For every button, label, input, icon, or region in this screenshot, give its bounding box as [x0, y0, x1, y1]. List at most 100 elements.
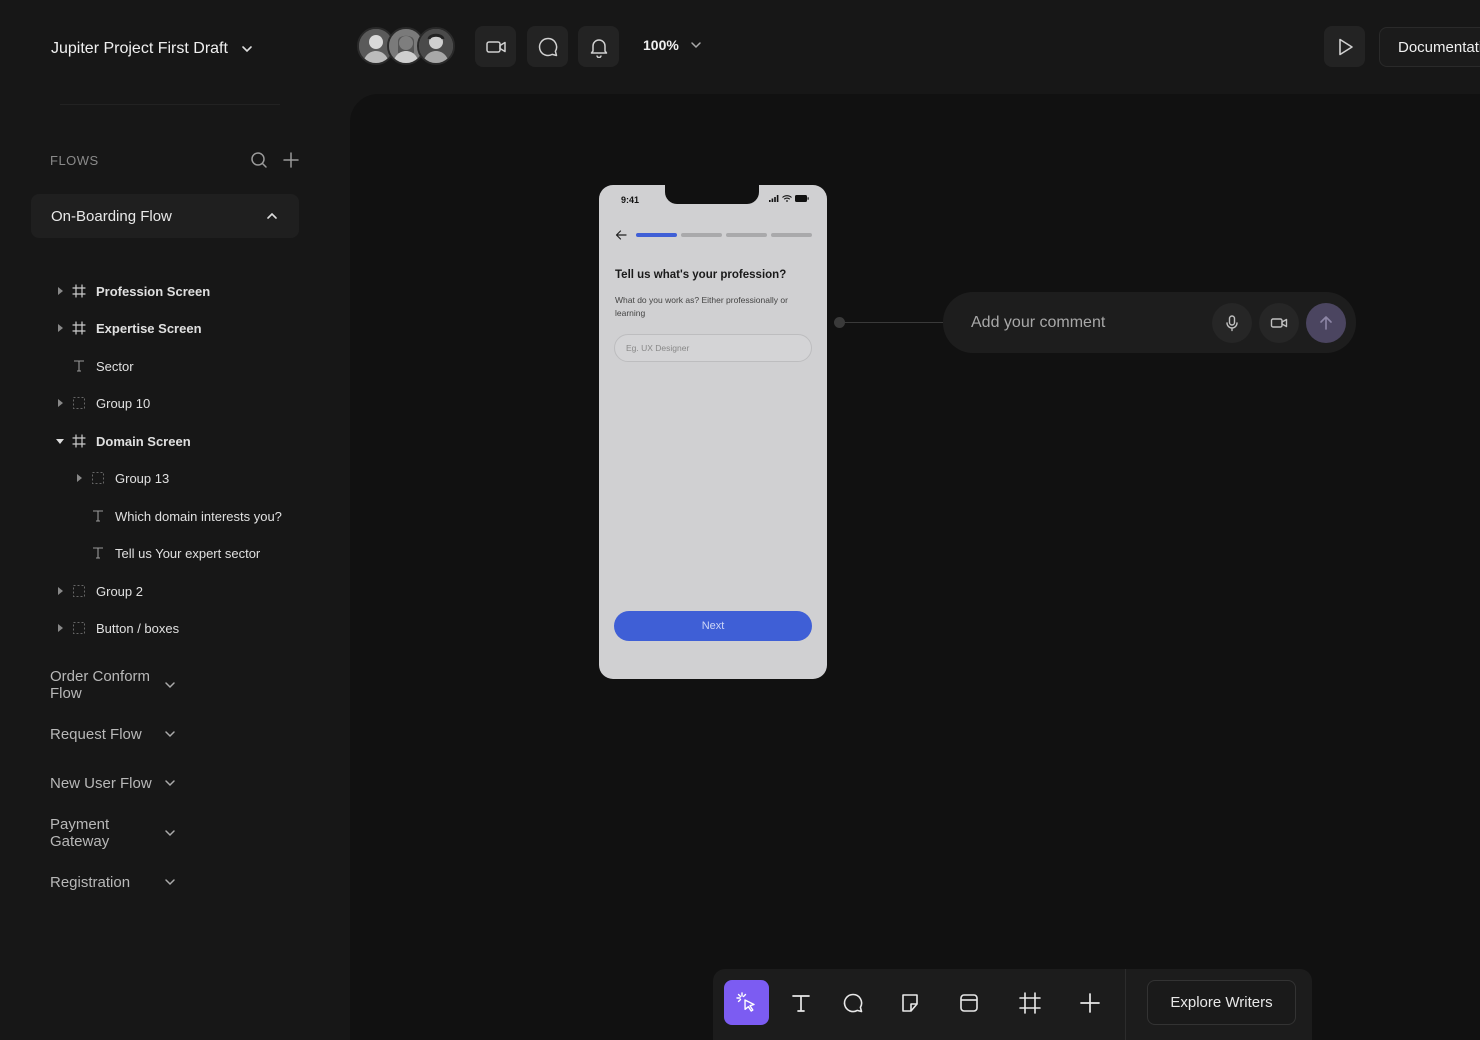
flow-label: Registration — [50, 873, 131, 891]
phone-notch — [665, 185, 759, 204]
comment-input[interactable]: Add your comment — [971, 314, 1212, 332]
flow-onboarding[interactable]: On-Boarding Flow — [31, 194, 299, 238]
sticky-note-tool-button[interactable] — [887, 980, 932, 1025]
comment-connector — [839, 322, 943, 323]
section-tool-button[interactable] — [946, 980, 991, 1025]
add-flow-icon[interactable] — [282, 151, 300, 169]
frame-icon — [71, 433, 87, 449]
chevron-down-icon — [163, 875, 276, 889]
caret-right-icon[interactable] — [55, 586, 65, 596]
phone-frame-profession-screen[interactable]: 9:41 Tell us what's your profession? Wha… — [599, 185, 827, 679]
flows-header: FLOWS — [50, 151, 300, 169]
present-button[interactable] — [1324, 26, 1365, 67]
select-tool-button[interactable] — [724, 980, 769, 1025]
divider — [60, 104, 280, 105]
flow-label: Payment Gateway — [50, 816, 110, 850]
layer-item[interactable]: Sector — [55, 354, 134, 378]
frame-icon — [71, 320, 87, 336]
explore-writers-button[interactable]: Explore Writers — [1147, 980, 1296, 1025]
documentation-button[interactable]: Documentation — [1379, 27, 1480, 67]
layer-label: Button / boxes — [96, 620, 180, 636]
add-tool-button[interactable] — [1067, 980, 1112, 1025]
chevron-down-icon — [242, 46, 252, 53]
notifications-button[interactable] — [578, 26, 619, 67]
comment-box[interactable]: Add your comment — [943, 292, 1356, 353]
video-icon — [1270, 317, 1288, 328]
layer-item[interactable]: Group 13 — [74, 466, 169, 490]
layer-item[interactable]: Button / boxes — [55, 616, 179, 640]
next-button[interactable]: Next — [614, 611, 812, 641]
caret-down-icon[interactable] — [55, 436, 65, 446]
status-time: 9:41 — [621, 195, 640, 205]
bottom-toolbar: Explore Writers — [713, 969, 1312, 1040]
search-icon[interactable] — [250, 151, 268, 169]
signal-icon — [769, 195, 779, 202]
frame-tool-button[interactable] — [1007, 980, 1052, 1025]
video-call-button[interactable] — [475, 26, 516, 67]
flow-item[interactable]: Registration — [50, 870, 275, 894]
comment-button[interactable] — [527, 26, 568, 67]
caret-right-icon[interactable] — [55, 623, 65, 633]
flow-item[interactable]: Order Conform Flow — [50, 668, 275, 702]
video-icon — [485, 40, 506, 53]
flow-item[interactable]: Payment Gateway — [50, 816, 275, 850]
layer-item[interactable]: Profession Screen — [55, 279, 210, 303]
flow-item[interactable]: Request Flow — [50, 722, 275, 746]
layer-label: Profession Screen — [96, 283, 211, 299]
caret-right-icon[interactable] — [55, 323, 65, 333]
plus-icon — [1079, 992, 1100, 1013]
video-comment-button[interactable] — [1259, 302, 1299, 343]
layer-item[interactable]: Domain Screen — [55, 429, 191, 453]
group-icon — [71, 583, 87, 599]
voice-comment-button[interactable] — [1212, 302, 1252, 343]
battery-icon — [795, 195, 809, 202]
input-placeholder: Eg. UX Designer — [626, 343, 690, 353]
layer-item[interactable]: Group 10 — [55, 391, 150, 415]
group-icon — [71, 620, 87, 636]
progress-step — [681, 233, 722, 237]
project-title: Jupiter Project First Draft — [51, 40, 228, 57]
progress-step — [726, 233, 767, 237]
caret-spacer — [55, 361, 65, 371]
design-canvas[interactable] — [350, 94, 1480, 1040]
layer-item[interactable]: Tell us Your expert sector — [74, 541, 260, 565]
flow-label: New User Flow — [50, 774, 152, 792]
comment-icon — [538, 37, 557, 56]
caret-spacer — [74, 511, 84, 521]
sticky-note-icon — [901, 993, 918, 1012]
caret-right-icon[interactable] — [55, 286, 65, 296]
cursor-click-icon — [735, 991, 755, 1012]
comment-tool-button[interactable] — [830, 980, 875, 1025]
section-icon — [959, 993, 978, 1012]
status-icons — [769, 195, 809, 202]
zoom-dropdown[interactable]: 100% — [643, 37, 703, 53]
layer-label: Which domain interests you? — [115, 508, 282, 524]
flows-label: FLOWS — [50, 152, 99, 168]
layer-label: Expertise Screen — [96, 320, 202, 336]
flow-item[interactable]: New User Flow — [50, 771, 275, 795]
text-icon — [791, 994, 810, 1012]
caret-right-icon[interactable] — [55, 398, 65, 408]
text-tool-button[interactable] — [778, 980, 823, 1025]
profession-input[interactable]: Eg. UX Designer — [614, 334, 812, 362]
next-label: Next — [701, 620, 725, 632]
layer-label: Tell us Your expert sector — [115, 545, 261, 561]
back-arrow-icon[interactable] — [615, 229, 627, 241]
collaborator-avatars[interactable] — [357, 27, 455, 65]
flow-label: Request Flow — [50, 725, 142, 743]
layer-item[interactable]: Group 2 — [55, 579, 143, 603]
layer-label: Group 10 — [96, 395, 151, 411]
comment-anchor-dot[interactable] — [834, 317, 845, 328]
layer-item[interactable]: Expertise Screen — [55, 316, 202, 340]
layer-label: Group 2 — [96, 583, 143, 599]
layer-label: Sector — [96, 358, 134, 374]
avatar[interactable] — [417, 27, 455, 65]
project-switcher[interactable]: Jupiter Project First Draft — [51, 40, 254, 58]
caret-right-icon[interactable] — [74, 473, 84, 483]
group-icon — [71, 395, 87, 411]
layer-item[interactable]: Which domain interests you? — [74, 504, 282, 528]
send-comment-button[interactable] — [1306, 302, 1346, 343]
progress-steps — [636, 233, 812, 237]
chevron-down-icon — [163, 727, 276, 741]
play-icon — [1338, 38, 1353, 55]
